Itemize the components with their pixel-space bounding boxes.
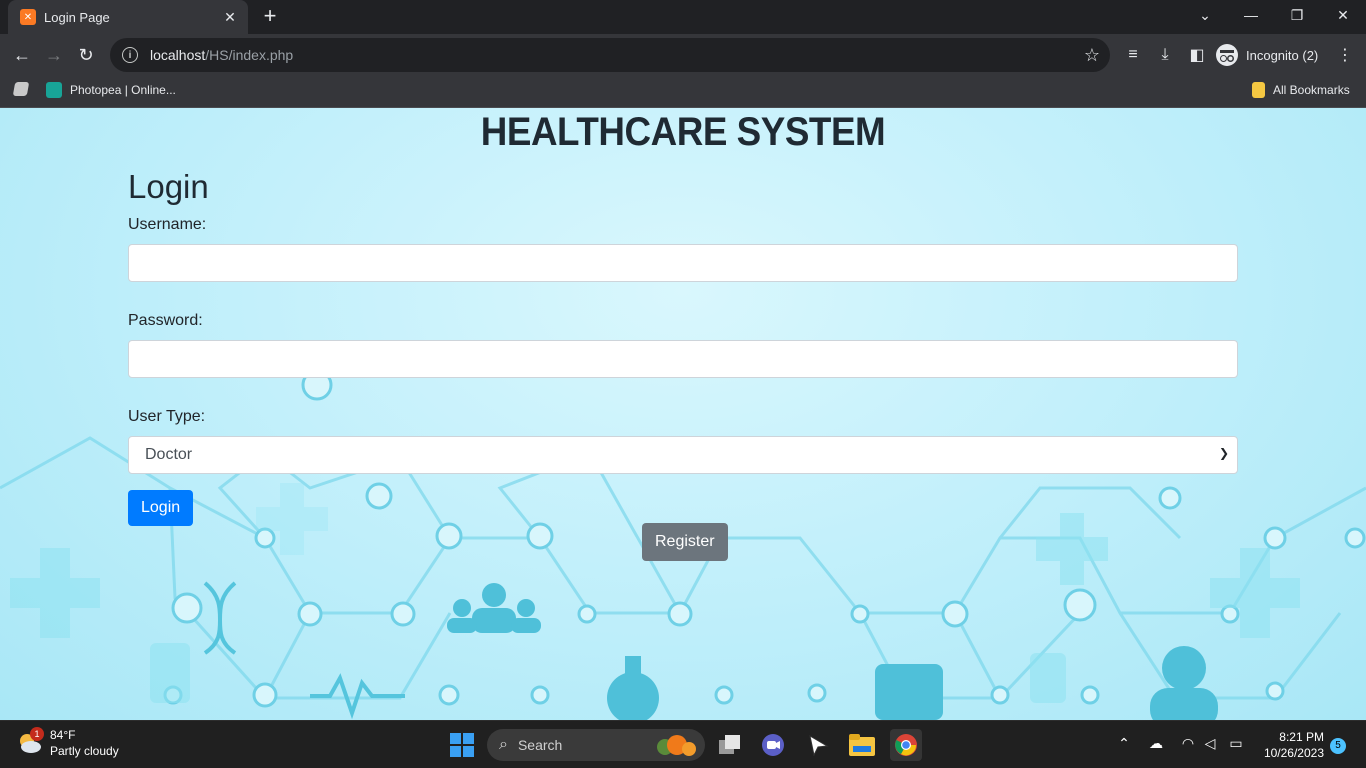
password-label: Password: [128, 312, 203, 329]
back-icon[interactable]: ← [8, 41, 36, 69]
tab-search-icon[interactable]: ⌄ [1182, 0, 1228, 30]
user-type-select[interactable]: Doctor ❯ [128, 436, 1238, 474]
register-button[interactable]: Register [642, 523, 728, 561]
xampp-favicon-icon: ✕ [20, 9, 36, 25]
task-view-icon[interactable] [714, 729, 746, 761]
chrome-icon[interactable] [890, 729, 922, 761]
apps-bookmark[interactable] [12, 82, 36, 96]
battery-icon[interactable]: ▭ [1226, 735, 1246, 752]
bookmarks-bar: Photopea | Online... All Bookmarks [0, 76, 1366, 108]
page-viewport: HEALTHCARE SYSTEM Login Username: Passwo… [0, 108, 1366, 720]
address-bar[interactable]: i localhost/HS/index.php ☆ [110, 38, 1110, 72]
photopea-icon [46, 82, 62, 98]
search-icon: ⌕ [499, 736, 508, 753]
clock-date: 10/26/2023 [1263, 746, 1324, 760]
incognito-label: Incognito (2) [1246, 47, 1319, 63]
minimize-icon[interactable]: — [1228, 0, 1274, 30]
onedrive-icon[interactable]: ☁ [1146, 735, 1166, 752]
page-title: HEALTHCARE SYSTEM [480, 110, 886, 154]
clock-time: 8:21 PM [1279, 730, 1324, 744]
incognito-profile[interactable]: Incognito (2) [1216, 40, 1318, 70]
weather-badge: 1 [30, 727, 44, 741]
windows-start-icon[interactable] [450, 733, 474, 757]
weather-temp: 84°F [50, 728, 76, 742]
partly-cloudy-icon: 1 [16, 727, 44, 757]
username-input[interactable] [128, 244, 1238, 282]
login-form: Login Username: Password: User Type: Doc… [128, 168, 1238, 526]
taskbar-search[interactable]: ⌕ Search [487, 729, 705, 761]
tab-close-icon[interactable]: ✕ [222, 9, 238, 26]
tray-overflow-icon[interactable]: ⌃ [1114, 735, 1134, 752]
wifi-icon[interactable]: ◠ [1178, 735, 1198, 752]
forward-icon[interactable]: → [40, 41, 68, 69]
apps-icon [12, 82, 30, 96]
windows-taskbar: 1 84°F Partly cloudy ⌕ Search ⌃ ☁ ◠ ◁ ▭ … [0, 720, 1366, 768]
browser-toolbar: ← → ↻ i localhost/HS/index.php ☆ ≡ ⤓ ◧ I… [0, 34, 1366, 76]
username-label: Username: [128, 216, 207, 233]
form-heading: Login [128, 168, 209, 205]
file-explorer-icon[interactable] [846, 729, 878, 761]
volume-icon[interactable]: ◁ [1200, 735, 1220, 752]
new-tab-icon[interactable]: + [258, 5, 282, 29]
search-placeholder: Search [517, 737, 563, 753]
bookmark-star-icon[interactable]: ☆ [1084, 45, 1100, 66]
reload-icon[interactable]: ↻ [72, 41, 100, 69]
menu-kebab-icon[interactable]: ⋮ [1334, 44, 1356, 66]
side-panel-icon[interactable]: ◧ [1186, 44, 1208, 66]
notification-badge[interactable]: 5 [1330, 738, 1346, 754]
tab-title: Login Page [44, 9, 110, 25]
all-bookmarks-label: All Bookmarks [1273, 83, 1350, 97]
cursor-app-icon[interactable] [802, 729, 834, 761]
teams-chat-icon[interactable] [757, 729, 789, 761]
password-input[interactable] [128, 340, 1238, 378]
browser-tab[interactable]: ✕ Login Page ✕ [8, 0, 248, 34]
pumpkin-icon [657, 735, 696, 756]
incognito-icon [1216, 44, 1238, 66]
site-info-icon[interactable]: i [122, 47, 138, 63]
weather-desc: Partly cloudy [50, 744, 119, 758]
system-clock[interactable]: 8:21 PM 10/26/2023 [1256, 729, 1324, 761]
all-bookmarks[interactable]: All Bookmarks [1252, 82, 1350, 98]
user-type-label: User Type: [128, 408, 206, 425]
folder-icon [1252, 82, 1265, 98]
download-icon[interactable]: ⤓ [1154, 44, 1176, 66]
user-type-value: Doctor [145, 446, 193, 463]
login-button[interactable]: Login [128, 490, 194, 526]
weather-widget[interactable]: 1 84°F Partly cloudy [16, 727, 119, 759]
restore-icon[interactable]: ❐ [1274, 0, 1320, 30]
tab-strip: ✕ Login Page ✕ + ⌄ — ❐ ✕ [0, 0, 1366, 34]
close-window-icon[interactable]: ✕ [1320, 0, 1366, 30]
bookmark-label: Photopea | Online... [70, 83, 176, 97]
reading-list-icon[interactable]: ≡ [1122, 44, 1144, 66]
chevron-down-icon: ❯ [1218, 446, 1229, 460]
bookmark-photopea[interactable]: Photopea | Online... [46, 82, 176, 98]
url-text[interactable]: localhost/HS/index.php [150, 47, 293, 63]
